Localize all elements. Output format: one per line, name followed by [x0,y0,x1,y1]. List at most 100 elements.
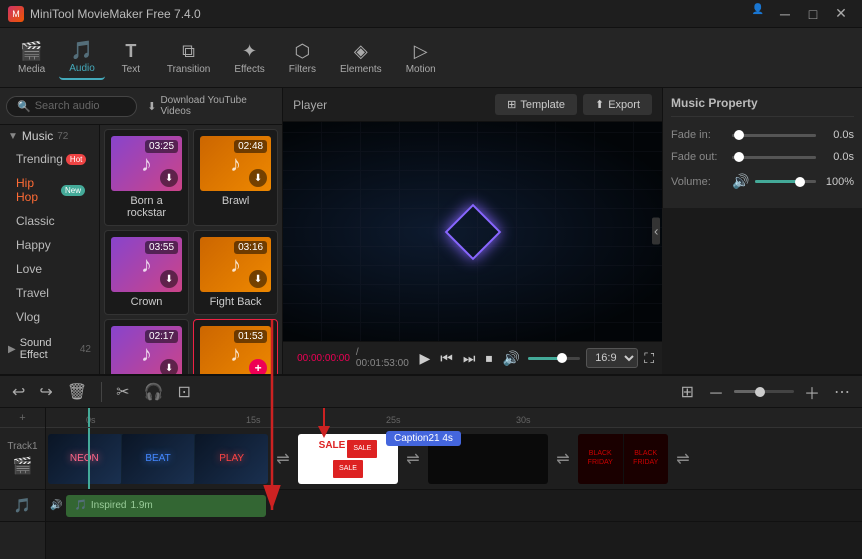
transition-icon: ⧉ [182,41,195,62]
toolbar-filters[interactable]: ⬡ Filters [279,37,326,79]
volume-prop-slider[interactable] [755,180,816,183]
next-button[interactable]: ⏭ [461,348,478,369]
toolbar-transition[interactable]: ⧉ Transition [157,37,221,79]
volume-slider[interactable] [528,357,580,360]
music-note-icon: ♪ [141,341,152,367]
download-fightback-btn[interactable]: ⬇ [249,270,267,288]
music-card-freeme[interactable]: ♪ 02:17 ⬇ Free me [104,319,189,374]
music-list-area: ♪ 03:25 ⬇ Born a rockstar ♪ 02:48 ⬇ [100,125,282,374]
sidebar-item-happy[interactable]: Happy [0,233,99,257]
fade-in-value: 0.0s [822,129,854,141]
toolbar-effects[interactable]: ✦ Effects [224,37,274,79]
toolbar-motion[interactable]: ▷ Motion [396,37,446,79]
add-inspired-btn[interactable]: + [249,359,267,374]
music-card-fightback[interactable]: ♪ 03:16 ⬇ Fight Back [193,230,278,315]
track1-label: Track1 [7,441,37,452]
left-panel: 🔍 Search audio ⬇ Download YouTube Videos… [0,88,283,374]
audio-clip[interactable]: 🎵 Inspired 1.9m [66,495,266,517]
delete-button[interactable]: 🗑 [63,380,91,404]
download-youtube-btn[interactable]: ⬇ Download YouTube Videos [141,92,276,120]
audio-track-icon: 🎵 [14,497,31,514]
redo-button[interactable]: ↪ [35,380,56,404]
sale-video-clip[interactable]: SALE SALE SALE [298,434,398,484]
toolbar-media[interactable]: 🎬 Media [8,37,55,79]
fullscreen-button[interactable]: ⛶ [644,350,654,367]
maximize-button[interactable]: □ [800,4,826,24]
main-area: 🔍 Search audio ⬇ Download YouTube Videos… [0,88,862,374]
player-props: Player ⊞ Template ⬆ Export [283,88,862,374]
ruler-30s: 30s [516,415,531,425]
fade-out-row: Fade out: 0.0s [671,151,854,163]
account-icon[interactable]: 👤 [752,4,764,24]
undo-button[interactable]: ↩ [8,380,29,404]
crop-button[interactable]: ⊡ [173,380,194,404]
title-bar: M MiniTool MovieMaker Free 7.4.0 👤 ─ □ ✕ [0,0,862,28]
fade-out-slider[interactable] [732,156,816,159]
sidebar-item-love[interactable]: Love [0,257,99,281]
download-crown-btn[interactable]: ⬇ [160,270,178,288]
volume-button[interactable]: 🔊 [500,348,521,369]
export-button[interactable]: ⬆ Export [583,94,652,115]
sidebar-music-group[interactable]: ▼ Music 72 [0,125,99,147]
play-button[interactable]: ▶ [417,348,432,369]
template-icon: ⊞ [507,98,516,111]
aspect-ratio-select[interactable]: 16:9 [586,348,638,368]
caption-badge-container: Caption21 4s [386,430,461,444]
audio-clip-duration: 1.9m [130,500,152,511]
audio-clip-icon: 🎵 [74,500,86,511]
add-track-icon[interactable]: + [19,412,25,424]
music-grid: ♪ 03:25 ⬇ Born a rockstar ♪ 02:48 ⬇ [100,125,282,374]
fade-in-slider[interactable] [732,134,816,137]
prev-button[interactable]: ⏮ [438,348,455,369]
effects-icon: ✦ [242,41,257,62]
transition-3[interactable]: ⇌ [550,434,576,484]
music-note-icon: ♪ [230,341,241,367]
properties-panel: Music Property Fade in: 0.0s Fade out: [662,88,862,208]
template-button[interactable]: ⊞ Template [495,94,577,115]
cut-button[interactable]: ✂ [112,380,133,404]
more-options-btn[interactable]: ⋯ [830,380,854,404]
time-current: 00:00:00:00 [297,353,350,364]
download-freeme-btn[interactable]: ⬇ [160,359,178,374]
search-icon: 🔍 [17,100,31,113]
fade-out-value: 0.0s [822,151,854,163]
minimize-button[interactable]: ─ [772,4,798,24]
download-brawl-btn[interactable]: ⬇ [249,169,267,187]
music-card-crown[interactable]: ♪ 03:55 ⬇ Crown [104,230,189,315]
music-title-crown: Crown [111,296,182,308]
toolbar-audio[interactable]: 🎵 Audio [59,36,105,80]
audio-button[interactable]: 🎧 [140,380,168,404]
sidebar-soundeffect-group[interactable]: ▶ Sound Effect 42 [0,333,99,365]
toolbar-elements[interactable]: ◈ Elements [330,37,392,79]
split-icon[interactable]: ⊞ [677,380,698,404]
time-total: / 00:01:53:00 [356,347,412,369]
sidebar-item-hiphop[interactable]: Hip Hop New [0,171,99,209]
player-actions: ⊞ Template ⬆ Export [495,94,652,115]
music-card-inspired[interactable]: ♪ 01:53 + Inspired [193,319,278,374]
timeline: ↩ ↪ 🗑 ✂ 🎧 ⊡ ⊞ － ＋ ⋯ + Track1 🎬 [0,374,862,559]
transition-1[interactable]: ⇌ [270,434,296,484]
close-button[interactable]: ✕ [828,4,854,24]
sidebar-item-trending[interactable]: Trending Hot [0,147,99,171]
music-note-icon: ♪ [230,252,241,278]
sidebar-item-vlog[interactable]: Vlog [0,305,99,329]
zoom-slider[interactable] [734,390,794,393]
collapse-arrow[interactable]: ‹ [652,218,660,245]
sidebar-item-travel[interactable]: Travel [0,281,99,305]
video-background [283,122,662,341]
timeline-track-labels: + Track1 🎬 🎵 [0,408,46,559]
sidebar-item-classic[interactable]: Classic [0,209,99,233]
caption-badge[interactable]: Caption21 4s [386,431,461,446]
zoom-in-btn[interactable]: ＋ [800,378,824,406]
toolbar-text[interactable]: T Text [109,37,153,79]
neon-video-clip[interactable]: NEON BEAT PLAY [48,434,268,484]
music-card-born[interactable]: ♪ 03:25 ⬇ Born a rockstar [104,129,189,226]
music-card-brawl[interactable]: ♪ 02:48 ⬇ Brawl [193,129,278,226]
transition-4[interactable]: ⇌ [670,434,696,484]
music-thumb-born: ♪ 03:25 ⬇ [111,136,182,191]
bf-video-clip[interactable]: BLACKFRIDAY BLACKFRIDAY [578,434,668,484]
download-born-btn[interactable]: ⬇ [160,169,178,187]
search-audio-box[interactable]: 🔍 Search audio [6,96,137,117]
zoom-out-btn[interactable]: － [704,378,728,406]
stop-button[interactable]: ⏹ [483,348,494,369]
